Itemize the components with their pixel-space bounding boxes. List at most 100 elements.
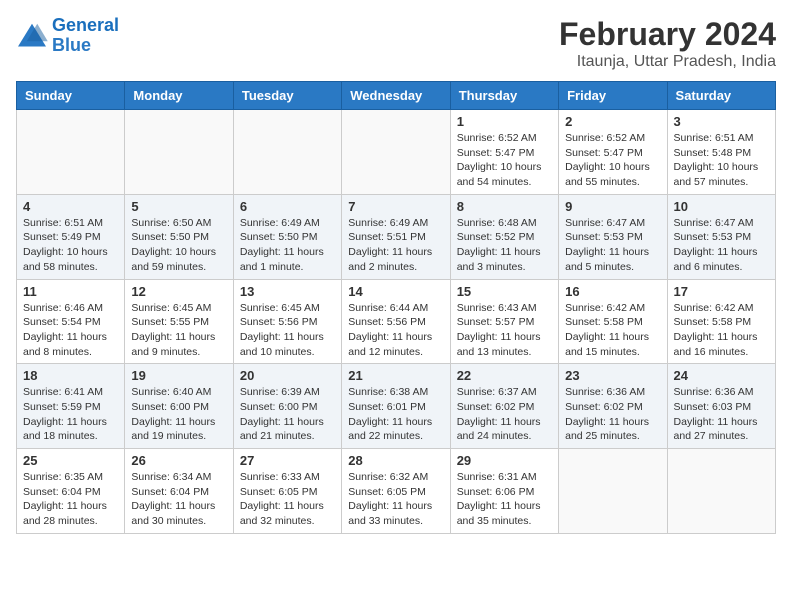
page-header: General Blue February 2024 Itaunja, Utta… bbox=[16, 16, 776, 71]
day-info: Sunrise: 6:48 AMSunset: 5:52 PMDaylight:… bbox=[457, 216, 552, 275]
calendar-cell: 3Sunrise: 6:51 AMSunset: 5:48 PMDaylight… bbox=[667, 110, 775, 195]
day-number: 4 bbox=[23, 199, 118, 214]
day-info: Sunrise: 6:51 AMSunset: 5:48 PMDaylight:… bbox=[674, 131, 769, 190]
day-number: 19 bbox=[131, 368, 226, 383]
weekday-header-row: SundayMondayTuesdayWednesdayThursdayFrid… bbox=[17, 82, 776, 110]
calendar-cell: 28 Sunrise: 6:32 AMSunset: 6:05 PMDayligh… bbox=[342, 449, 450, 534]
day-info: Sunrise: 6:44 AMSunset: 5:56 PMDaylight:… bbox=[348, 301, 443, 360]
day-number: 14 bbox=[348, 284, 443, 299]
day-info: Sunrise: 6:41 AMSunset: 5:59 PMDaylight:… bbox=[23, 385, 118, 444]
calendar-cell: 17 Sunrise: 6:42 AMSunset: 5:58 PMDayligh… bbox=[667, 279, 775, 364]
day-info: Sunrise: 6:52 AMSunset: 5:47 PMDaylight:… bbox=[565, 131, 660, 190]
title-block: February 2024 Itaunja, Uttar Pradesh, In… bbox=[559, 16, 776, 71]
calendar-cell: 18 Sunrise: 6:41 AMSunset: 5:59 PMDayligh… bbox=[17, 364, 125, 449]
day-info: Sunrise: 6:36 AMSunset: 6:03 PMDaylight:… bbox=[674, 385, 769, 444]
calendar-cell: 12Sunrise: 6:45 AMSunset: 5:55 PMDayligh… bbox=[125, 279, 233, 364]
calendar-cell: 16 Sunrise: 6:42 AMSunset: 5:58 PMDayligh… bbox=[559, 279, 667, 364]
day-number: 13 bbox=[240, 284, 335, 299]
calendar-cell bbox=[667, 449, 775, 534]
day-number: 24 bbox=[674, 368, 769, 383]
day-number: 8 bbox=[457, 199, 552, 214]
calendar-cell: 22 Sunrise: 6:37 AMSunset: 6:02 PMDayligh… bbox=[450, 364, 558, 449]
calendar-cell: 2 Sunrise: 6:52 AMSunset: 5:47 PMDaylight… bbox=[559, 110, 667, 195]
calendar-cell: 7 Sunrise: 6:49 AMSunset: 5:51 PMDaylight… bbox=[342, 194, 450, 279]
day-number: 16 bbox=[565, 284, 660, 299]
weekday-header: Thursday bbox=[450, 82, 558, 110]
day-info: Sunrise: 6:52 AMSunset: 5:47 PMDaylight:… bbox=[457, 131, 552, 190]
calendar-week-row: 25 Sunrise: 6:35 AMSunset: 6:04 PMDayligh… bbox=[17, 449, 776, 534]
day-info: Sunrise: 6:51 AMSunset: 5:49 PMDaylight:… bbox=[23, 216, 118, 275]
logo-icon bbox=[16, 22, 48, 50]
day-info: Sunrise: 6:45 AMSunset: 5:56 PMDaylight:… bbox=[240, 301, 335, 360]
day-number: 27 bbox=[240, 453, 335, 468]
weekday-header: Friday bbox=[559, 82, 667, 110]
calendar-table: SundayMondayTuesdayWednesdayThursdayFrid… bbox=[16, 81, 776, 534]
day-number: 28 bbox=[348, 453, 443, 468]
day-info: Sunrise: 6:43 AMSunset: 5:57 PMDaylight:… bbox=[457, 301, 552, 360]
day-number: 20 bbox=[240, 368, 335, 383]
calendar-week-row: 1 Sunrise: 6:52 AMSunset: 5:47 PMDaylight… bbox=[17, 110, 776, 195]
calendar-week-row: 11 Sunrise: 6:46 AMSunset: 5:54 PMDayligh… bbox=[17, 279, 776, 364]
calendar-cell: 15Sunrise: 6:43 AMSunset: 5:57 PMDayligh… bbox=[450, 279, 558, 364]
day-number: 25 bbox=[23, 453, 118, 468]
calendar-cell bbox=[233, 110, 341, 195]
day-info: Sunrise: 6:34 AMSunset: 6:04 PMDaylight:… bbox=[131, 470, 226, 529]
day-number: 22 bbox=[457, 368, 552, 383]
day-info: Sunrise: 6:47 AMSunset: 5:53 PMDaylight:… bbox=[674, 216, 769, 275]
day-info: Sunrise: 6:49 AMSunset: 5:51 PMDaylight:… bbox=[348, 216, 443, 275]
calendar-cell bbox=[125, 110, 233, 195]
day-info: Sunrise: 6:37 AMSunset: 6:02 PMDaylight:… bbox=[457, 385, 552, 444]
day-number: 2 bbox=[565, 114, 660, 129]
day-number: 26 bbox=[131, 453, 226, 468]
day-info: Sunrise: 6:42 AMSunset: 5:58 PMDaylight:… bbox=[674, 301, 769, 360]
day-info: Sunrise: 6:42 AMSunset: 5:58 PMDaylight:… bbox=[565, 301, 660, 360]
day-number: 5 bbox=[131, 199, 226, 214]
day-info: Sunrise: 6:32 AMSunset: 6:05 PMDaylight:… bbox=[348, 470, 443, 529]
calendar-cell: 25 Sunrise: 6:35 AMSunset: 6:04 PMDayligh… bbox=[17, 449, 125, 534]
day-info: Sunrise: 6:35 AMSunset: 6:04 PMDaylight:… bbox=[23, 470, 118, 529]
weekday-header: Monday bbox=[125, 82, 233, 110]
day-number: 9 bbox=[565, 199, 660, 214]
day-number: 1 bbox=[457, 114, 552, 129]
day-info: Sunrise: 6:49 AMSunset: 5:50 PMDaylight:… bbox=[240, 216, 335, 275]
calendar-cell: 19 Sunrise: 6:40 AMSunset: 6:00 PMDayligh… bbox=[125, 364, 233, 449]
day-number: 17 bbox=[674, 284, 769, 299]
calendar-cell bbox=[17, 110, 125, 195]
weekday-header: Wednesday bbox=[342, 82, 450, 110]
day-number: 12 bbox=[131, 284, 226, 299]
calendar-cell: 26 Sunrise: 6:34 AMSunset: 6:04 PMDayligh… bbox=[125, 449, 233, 534]
day-info: Sunrise: 6:40 AMSunset: 6:00 PMDaylight:… bbox=[131, 385, 226, 444]
day-info: Sunrise: 6:39 AMSunset: 6:00 PMDaylight:… bbox=[240, 385, 335, 444]
day-number: 6 bbox=[240, 199, 335, 214]
calendar-cell: 5 Sunrise: 6:50 AMSunset: 5:50 PMDaylight… bbox=[125, 194, 233, 279]
weekday-header: Tuesday bbox=[233, 82, 341, 110]
day-number: 23 bbox=[565, 368, 660, 383]
calendar-cell: 13 Sunrise: 6:45 AMSunset: 5:56 PMDayligh… bbox=[233, 279, 341, 364]
calendar-cell: 6 Sunrise: 6:49 AMSunset: 5:50 PMDaylight… bbox=[233, 194, 341, 279]
day-info: Sunrise: 6:36 AMSunset: 6:02 PMDaylight:… bbox=[565, 385, 660, 444]
calendar-cell bbox=[342, 110, 450, 195]
calendar-cell: 20 Sunrise: 6:39 AMSunset: 6:00 PMDayligh… bbox=[233, 364, 341, 449]
calendar-cell: 29 Sunrise: 6:31 AMSunset: 6:06 PMDayligh… bbox=[450, 449, 558, 534]
logo-line1: General bbox=[52, 15, 119, 35]
calendar-cell: 1 Sunrise: 6:52 AMSunset: 5:47 PMDaylight… bbox=[450, 110, 558, 195]
logo-text: General Blue bbox=[52, 16, 119, 56]
page-subtitle: Itaunja, Uttar Pradesh, India bbox=[559, 53, 776, 71]
day-info: Sunrise: 6:46 AMSunset: 5:54 PMDaylight:… bbox=[23, 301, 118, 360]
day-info: Sunrise: 6:50 AMSunset: 5:50 PMDaylight:… bbox=[131, 216, 226, 275]
day-number: 18 bbox=[23, 368, 118, 383]
day-number: 7 bbox=[348, 199, 443, 214]
day-number: 29 bbox=[457, 453, 552, 468]
page-title: February 2024 bbox=[559, 16, 776, 53]
calendar-cell: 8 Sunrise: 6:48 AMSunset: 5:52 PMDaylight… bbox=[450, 194, 558, 279]
day-info: Sunrise: 6:31 AMSunset: 6:06 PMDaylight:… bbox=[457, 470, 552, 529]
calendar-cell: 24 Sunrise: 6:36 AMSunset: 6:03 PMDayligh… bbox=[667, 364, 775, 449]
day-number: 10 bbox=[674, 199, 769, 214]
weekday-header: Saturday bbox=[667, 82, 775, 110]
day-number: 11 bbox=[23, 284, 118, 299]
weekday-header: Sunday bbox=[17, 82, 125, 110]
logo: General Blue bbox=[16, 16, 119, 56]
calendar-cell bbox=[559, 449, 667, 534]
calendar-cell: 27Sunrise: 6:33 AMSunset: 6:05 PMDayligh… bbox=[233, 449, 341, 534]
logo-line2: Blue bbox=[52, 35, 91, 55]
